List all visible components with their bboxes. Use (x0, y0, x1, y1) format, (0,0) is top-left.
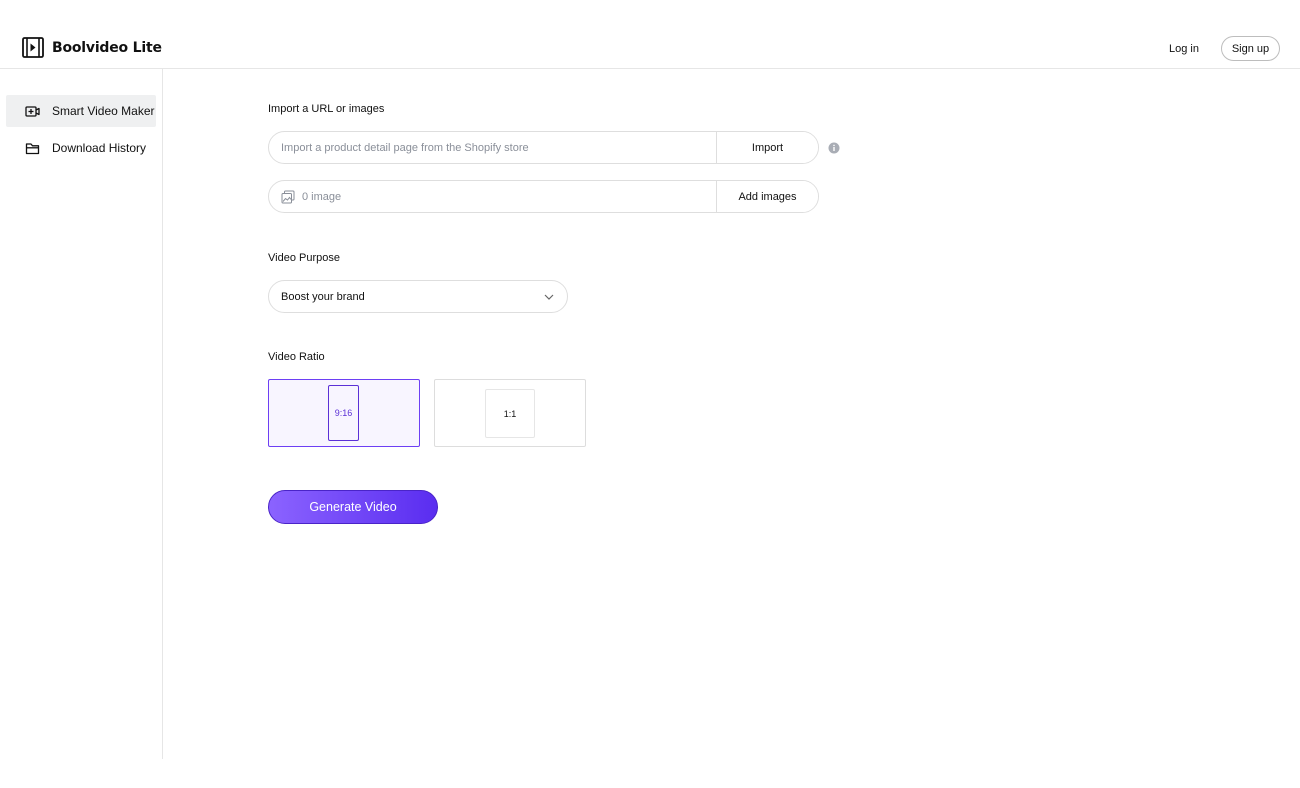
sidebar: Smart Video Maker Download History (0, 69, 163, 759)
images-icon (281, 190, 295, 203)
sidebar-item-download-history[interactable]: Download History (6, 132, 156, 164)
image-upload-row: 0 image Add images (268, 180, 819, 213)
ratio-label-1-1: 1:1 (485, 389, 535, 438)
app-logo[interactable]: Boolvideo Lite (22, 37, 162, 58)
ratio-option-9-16[interactable]: 9:16 (268, 379, 420, 447)
url-field-wrapper (269, 132, 716, 163)
sidebar-item-label: Download History (52, 141, 147, 155)
folder-icon (25, 142, 40, 154)
url-input[interactable] (281, 141, 716, 154)
app-name: Boolvideo Lite (52, 39, 162, 56)
login-button[interactable]: Log in (1160, 36, 1208, 61)
ratio-option-1-1[interactable]: 1:1 (434, 379, 586, 447)
sidebar-item-label: Smart Video Maker (52, 104, 155, 118)
generate-video-button[interactable]: Generate Video (268, 490, 438, 524)
signup-button[interactable]: Sign up (1221, 36, 1280, 61)
video-purpose-label: Video Purpose (268, 252, 340, 264)
sidebar-item-smart-video-maker[interactable]: Smart Video Maker (6, 95, 156, 127)
add-images-button[interactable]: Add images (716, 181, 818, 212)
video-logo-icon (22, 37, 44, 58)
video-purpose-value: Boost your brand (281, 290, 365, 303)
ratio-label-9-16: 9:16 (328, 385, 359, 441)
chevron-down-icon (544, 294, 554, 300)
video-plus-icon (25, 105, 40, 117)
info-icon[interactable] (828, 142, 840, 154)
import-button[interactable]: Import (716, 132, 818, 163)
video-ratio-label: Video Ratio (268, 351, 325, 363)
video-purpose-select[interactable]: Boost your brand (268, 280, 568, 313)
image-count-wrapper: 0 image (269, 181, 716, 212)
url-import-row: Import (268, 131, 819, 164)
import-section-label: Import a URL or images (268, 103, 385, 115)
top-header: Boolvideo Lite Log in Sign up (0, 0, 1300, 69)
image-count: 0 image (302, 190, 342, 203)
main-content: Import a URL or images Import 0 image Ad… (163, 69, 1300, 788)
